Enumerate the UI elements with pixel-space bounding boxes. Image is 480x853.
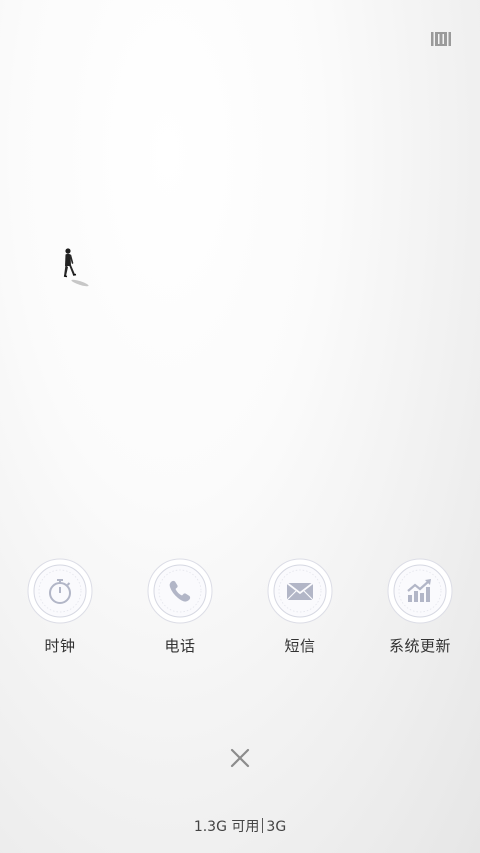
app-label: 短信 xyxy=(284,637,316,655)
app-label: 系统更新 xyxy=(388,637,451,655)
wallpaper-walking-figure xyxy=(60,246,92,290)
memory-status: 1.3G 可用 3G xyxy=(0,816,480,836)
app-clock[interactable]: 时钟 xyxy=(0,558,120,668)
app-system-update[interactable]: 系统更新 xyxy=(360,558,480,668)
recents-grid-icon[interactable] xyxy=(431,31,451,46)
app-phone[interactable]: 电话 xyxy=(120,558,240,668)
app-messages[interactable]: 短信 xyxy=(240,558,360,668)
trend-chart-icon xyxy=(387,558,453,624)
divider xyxy=(262,818,264,833)
recent-apps-row: 时钟 电话 短信 系统更新 xyxy=(0,558,480,668)
network-type-text: 3G xyxy=(266,819,287,835)
stopwatch-icon xyxy=(27,558,93,624)
phone-icon xyxy=(147,558,213,624)
close-icon[interactable] xyxy=(226,744,254,772)
memory-available-text: 1.3G 可用 xyxy=(193,819,260,835)
envelope-icon xyxy=(267,558,333,624)
app-label: 时钟 xyxy=(44,637,76,655)
app-label: 电话 xyxy=(164,637,196,655)
